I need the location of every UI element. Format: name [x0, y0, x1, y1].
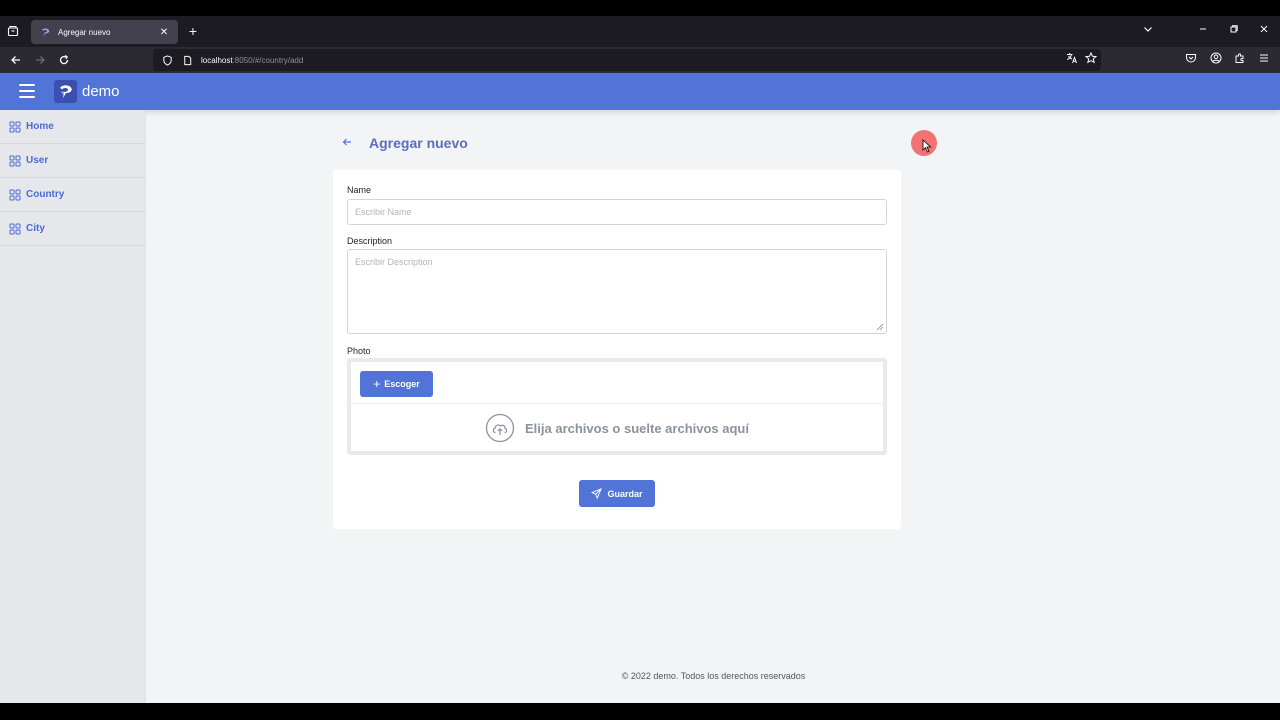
reload-icon[interactable]: [56, 52, 72, 68]
choose-file-button[interactable]: + Escoger: [360, 371, 433, 397]
sidebar-item-label: Country: [26, 189, 65, 200]
footer-text: © 2022 demo. Todos los derechos reservad…: [621, 671, 806, 681]
page-info-icon[interactable]: [181, 54, 193, 66]
extensions-icon[interactable]: [1233, 51, 1247, 65]
back-arrow-icon[interactable]: [340, 136, 354, 150]
new-tab-icon[interactable]: +: [186, 23, 200, 39]
form-card: Name Description Photo + Escoger E: [333, 170, 901, 529]
name-label: Name: [347, 185, 372, 195]
plus-icon: +: [373, 377, 381, 391]
grid-icon: [9, 189, 21, 200]
send-icon: [591, 488, 603, 499]
browser-tab-bar: Agregar nuevo ✕ +: [0, 16, 1280, 47]
top-letterbox: [0, 0, 1280, 16]
minimize-icon[interactable]: [1196, 24, 1210, 38]
app-favicon-icon: [39, 26, 51, 38]
browser-tab-active[interactable]: Agregar nuevo ✕: [31, 20, 178, 44]
sidebar-item-country[interactable]: Country: [0, 178, 145, 212]
drop-zone-text: Elija archivos o suelte archivos aquí: [525, 420, 749, 436]
upload-header: + Escoger: [351, 362, 883, 404]
grid-icon: [9, 121, 21, 132]
url-bar[interactable]: localhost:8050/#/country/add: [153, 49, 1101, 71]
bookmark-star-icon[interactable]: [1084, 51, 1098, 65]
file-upload: + Escoger Elija archivos o suelte archiv…: [347, 358, 887, 455]
mouse-cursor-icon: [922, 139, 932, 153]
pocket-icon[interactable]: [1184, 51, 1198, 65]
choose-label: Escoger: [384, 379, 420, 389]
bottom-letterbox: [0, 703, 1280, 720]
tracking-shield-icon[interactable]: [161, 54, 173, 66]
grid-icon: [9, 223, 21, 234]
sidebar-item-home[interactable]: Home: [0, 110, 145, 144]
tab-list-icon[interactable]: [4, 22, 22, 40]
list-all-tabs-icon[interactable]: [1141, 24, 1155, 38]
url-host: localhost: [201, 55, 233, 65]
page-title: Agregar nuevo: [369, 135, 468, 151]
main-content: Agregar nuevo Name Description Photo + E…: [147, 110, 1280, 703]
description-textarea[interactable]: [347, 249, 887, 334]
tab-title: Agregar nuevo: [58, 27, 111, 37]
brand-logo-icon[interactable]: [54, 80, 77, 103]
brand-name: demo: [82, 83, 120, 100]
hamburger-menu-icon[interactable]: [19, 84, 35, 98]
restore-icon[interactable]: [1227, 24, 1241, 38]
name-input[interactable]: [347, 199, 887, 225]
screen: Agregar nuevo ✕ + localhost:8050/#/count…: [0, 0, 1280, 720]
drop-zone[interactable]: Elija archivos o suelte archivos aquí: [351, 405, 883, 451]
close-window-icon[interactable]: [1257, 24, 1271, 38]
save-button[interactable]: Guardar: [579, 480, 655, 507]
upload-cloud-icon: [485, 413, 515, 443]
sidebar-item-label: Home: [26, 121, 54, 132]
translate-icon[interactable]: [1065, 51, 1079, 65]
url-text: localhost:8050/#/country/add: [201, 56, 303, 65]
resize-grip-icon[interactable]: [876, 323, 884, 331]
grid-icon: [9, 155, 21, 166]
photo-label: Photo: [347, 346, 371, 356]
url-path: :8050/#/country/add: [232, 55, 304, 65]
sidebar-item-label: City: [26, 223, 45, 234]
app-menu-icon[interactable]: [1257, 51, 1271, 65]
browser-nav-bar: localhost:8050/#/country/add: [0, 47, 1280, 73]
tab-close-icon[interactable]: ✕: [158, 27, 170, 38]
app-header: demo: [0, 73, 1280, 110]
sidebar: Home User Country City: [0, 110, 146, 703]
sidebar-item-city[interactable]: City: [0, 212, 145, 246]
account-icon[interactable]: [1209, 51, 1223, 65]
forward-icon[interactable]: [32, 52, 48, 68]
save-label: Guardar: [607, 488, 643, 499]
sidebar-item-label: User: [26, 155, 49, 166]
web-app: demo Home User Country City Agregar nuev…: [0, 73, 1280, 703]
description-label: Description: [347, 236, 393, 246]
sidebar-item-user[interactable]: User: [0, 144, 145, 178]
back-icon[interactable]: [8, 52, 24, 68]
